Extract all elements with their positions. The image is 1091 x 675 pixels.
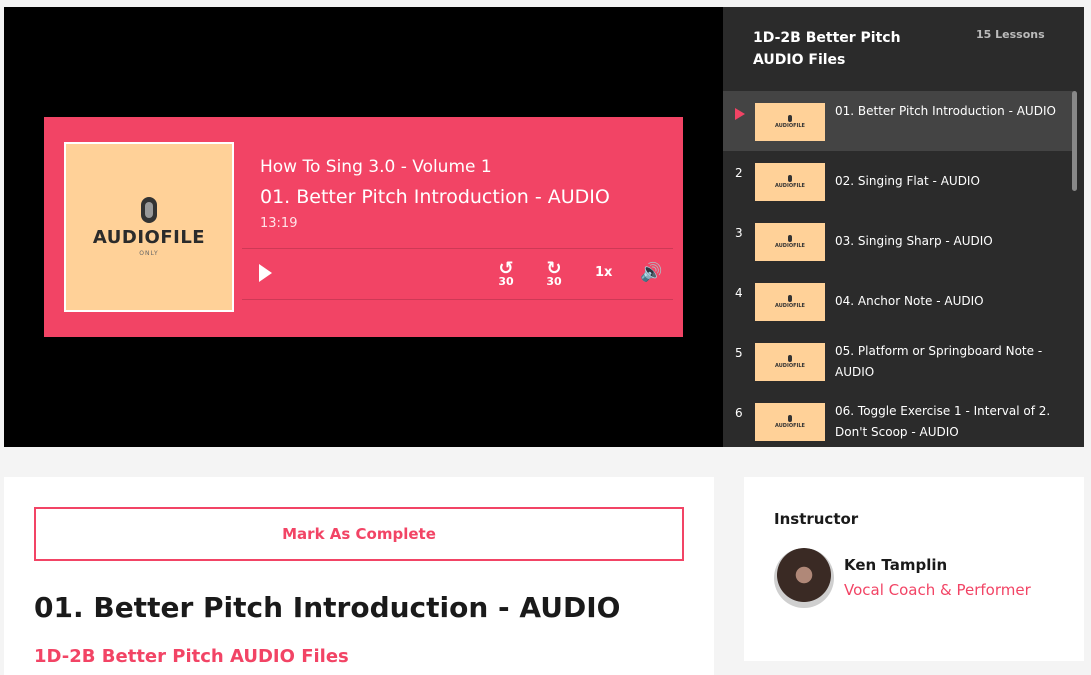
instructor-heading: Instructor bbox=[774, 510, 859, 528]
player-controls: ↺ 30 ↻ 30 1x 🔊 bbox=[242, 248, 673, 300]
lesson-item-1[interactable]: AUDIOFILE 01. Better Pitch Introduction … bbox=[723, 91, 1073, 151]
album-title: How To Sing 3.0 - Volume 1 bbox=[260, 157, 492, 177]
lesson-list: AUDIOFILE 01. Better Pitch Introduction … bbox=[723, 91, 1073, 447]
album-cover: AUDIOFILE ONLY bbox=[64, 142, 234, 312]
lesson-label: 02. Singing Flat - AUDIO bbox=[835, 174, 980, 188]
track-duration: 13:19 bbox=[260, 216, 298, 231]
volume-icon[interactable]: 🔊 bbox=[640, 262, 662, 283]
lesson-number: 5 bbox=[735, 346, 743, 360]
lesson-item-5[interactable]: 5 AUDIOFILE 05. Platform or Springboard … bbox=[723, 331, 1073, 391]
lesson-label: 05. Platform or Springboard Note - AUDIO bbox=[835, 344, 1043, 379]
play-icon[interactable] bbox=[259, 264, 272, 282]
lesson-label: 03. Singing Sharp - AUDIO bbox=[835, 234, 993, 248]
lesson-count: 15 Lessons bbox=[976, 28, 1045, 41]
lesson-label: 01. Better Pitch Introduction - AUDIO bbox=[835, 104, 1056, 118]
avatar bbox=[774, 548, 834, 608]
instructor-name[interactable]: Ken Tamplin bbox=[844, 556, 947, 574]
lesson-number: 4 bbox=[735, 286, 743, 300]
lesson-thumbnail: AUDIOFILE bbox=[755, 403, 825, 441]
instructor-role: Vocal Coach & Performer bbox=[844, 581, 1031, 599]
video-stage: AUDIOFILE ONLY How To Sing 3.0 - Volume … bbox=[4, 7, 723, 447]
rewind-seconds-label: 30 bbox=[498, 275, 514, 288]
lesson-item-4[interactable]: 4 AUDIOFILE 04. Anchor Note - AUDIO bbox=[723, 271, 1073, 331]
lesson-label: 06. Toggle Exercise 1 - Interval of 2. D… bbox=[835, 404, 1051, 439]
rewind-30-button[interactable]: ↺ 30 bbox=[491, 258, 521, 290]
instructor-card: Instructor Ken Tamplin Vocal Coach & Per… bbox=[744, 477, 1084, 661]
lesson-thumbnail: AUDIOFILE bbox=[755, 163, 825, 201]
forward-seconds-label: 30 bbox=[546, 275, 562, 288]
lesson-sidebar: 1D-2B Better Pitch AUDIO Files 15 Lesson… bbox=[723, 7, 1084, 447]
lesson-number: 3 bbox=[735, 226, 743, 240]
lesson-thumbnail: AUDIOFILE bbox=[755, 103, 825, 141]
lesson-thumbnail: AUDIOFILE bbox=[755, 283, 825, 321]
microphone-icon bbox=[141, 197, 157, 223]
mark-complete-button[interactable]: Mark As Complete bbox=[34, 507, 684, 561]
lesson-number: 6 bbox=[735, 406, 743, 420]
lesson-item-6[interactable]: 6 AUDIOFILE 06. Toggle Exercise 1 - Inte… bbox=[723, 391, 1073, 447]
playback-rate-button[interactable]: 1x bbox=[595, 265, 612, 280]
now-playing-icon bbox=[735, 108, 745, 120]
lesson-thumbnail: AUDIOFILE bbox=[755, 223, 825, 261]
forward-30-button[interactable]: ↻ 30 bbox=[539, 258, 569, 290]
track-title: 01. Better Pitch Introduction - AUDIO bbox=[260, 186, 610, 208]
audio-player: AUDIOFILE ONLY How To Sing 3.0 - Volume … bbox=[44, 117, 683, 337]
cover-sub-text: ONLY bbox=[139, 250, 159, 257]
lesson-number: 2 bbox=[735, 166, 743, 180]
lesson-main: Mark As Complete 01. Better Pitch Introd… bbox=[4, 477, 714, 675]
forward-icon: ↻ bbox=[546, 258, 562, 279]
cover-logo-text: AUDIOFILE bbox=[92, 227, 206, 248]
course-link[interactable]: 1D-2B Better Pitch AUDIO Files bbox=[34, 646, 349, 667]
lesson-thumbnail: AUDIOFILE bbox=[755, 343, 825, 381]
lesson-item-2[interactable]: 2 AUDIOFILE 02. Singing Flat - AUDIO bbox=[723, 151, 1073, 211]
lesson-label: 04. Anchor Note - AUDIO bbox=[835, 294, 984, 308]
lesson-title: 01. Better Pitch Introduction - AUDIO bbox=[34, 591, 621, 624]
rewind-icon: ↺ bbox=[498, 258, 514, 279]
course-title: 1D-2B Better Pitch AUDIO Files bbox=[753, 30, 901, 68]
sidebar-scrollbar[interactable] bbox=[1072, 91, 1077, 191]
lesson-item-3[interactable]: 3 AUDIOFILE 03. Singing Sharp - AUDIO bbox=[723, 211, 1073, 271]
